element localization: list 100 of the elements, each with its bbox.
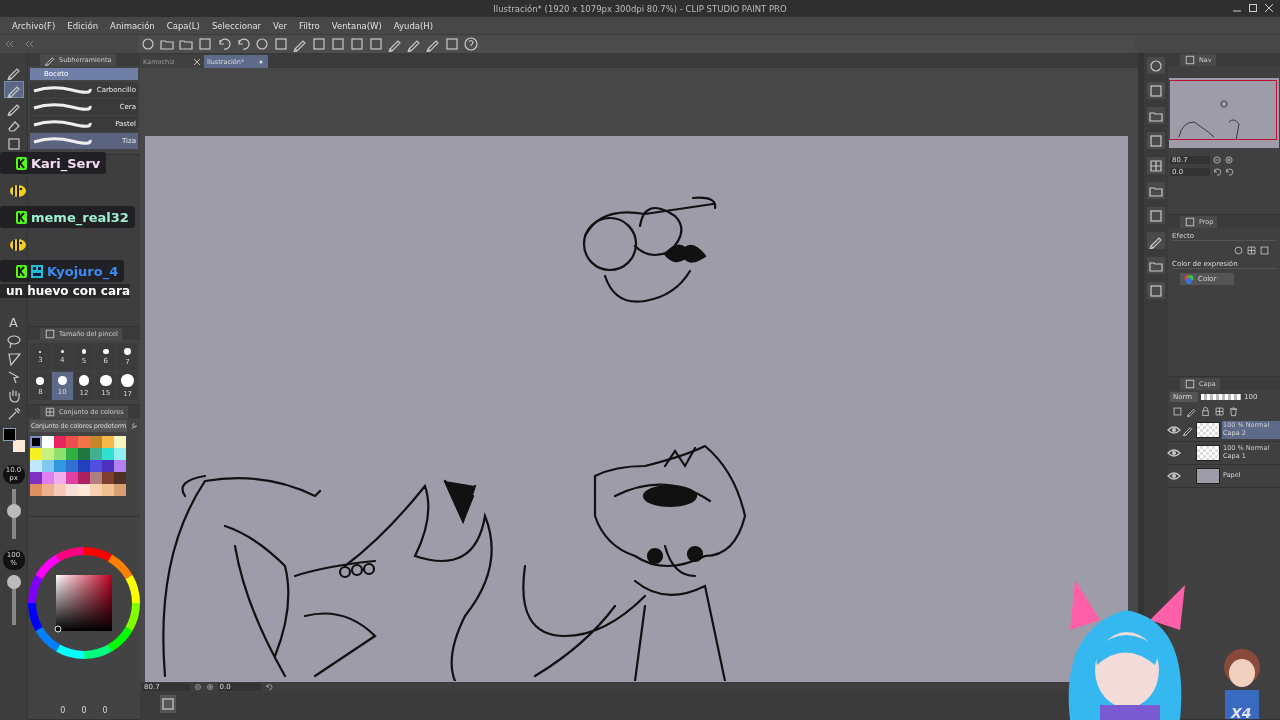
circle-icon[interactable] [254, 36, 270, 52]
lasso-icon[interactable] [5, 332, 22, 349]
color-swatch[interactable] [78, 436, 90, 448]
color-swatch[interactable] [102, 436, 114, 448]
menu-item[interactable]: Edición [61, 20, 105, 31]
color-swatch[interactable] [78, 484, 90, 496]
color-swatch[interactable] [66, 448, 78, 460]
color-swatch[interactable] [114, 460, 126, 472]
color-swatch[interactable] [54, 448, 66, 460]
triangle-icon[interactable] [5, 350, 22, 367]
foreground-color-swatch[interactable] [2, 428, 16, 441]
color-swatch[interactable] [42, 472, 54, 484]
color-swatch[interactable] [90, 484, 102, 496]
square-icon[interactable] [1148, 282, 1164, 299]
undo-icon[interactable] [1212, 167, 1222, 177]
color-swatch[interactable] [66, 460, 78, 472]
color-swatch[interactable] [90, 436, 102, 448]
color-swatch[interactable] [54, 484, 66, 496]
zoom-in-icon[interactable] [205, 683, 214, 691]
square-icon[interactable] [1259, 245, 1270, 256]
help-icon[interactable] [463, 36, 479, 52]
square-icon[interactable] [273, 36, 289, 52]
square-icon[interactable] [1172, 406, 1183, 417]
menu-item[interactable]: Ventana(W) [325, 20, 388, 31]
text-tool[interactable]: A [3, 314, 24, 331]
menu-item[interactable]: Capa(L) [160, 20, 206, 31]
color-swatch[interactable] [42, 436, 54, 448]
color-swatch[interactable] [30, 472, 42, 484]
menu-item[interactable]: Animación [104, 20, 161, 31]
grid-icon[interactable] [1214, 406, 1225, 417]
background-color-swatch[interactable] [12, 440, 25, 452]
color-swatch[interactable] [78, 460, 90, 472]
grid-icon[interactable] [1246, 245, 1257, 256]
circle-icon[interactable] [140, 36, 156, 52]
square-icon[interactable] [197, 36, 213, 52]
menu-item[interactable]: Archivo(F) [6, 20, 62, 31]
color-swatch[interactable] [42, 460, 54, 472]
color-swatch[interactable] [102, 484, 114, 496]
zoom-out-icon[interactable] [193, 683, 202, 691]
color-swatch[interactable] [90, 460, 102, 472]
color-swatch[interactable] [114, 472, 126, 484]
timeline-button[interactable] [160, 695, 176, 713]
undo-icon[interactable] [216, 36, 232, 52]
square-icon[interactable] [1148, 132, 1164, 149]
color-swatch[interactable] [78, 472, 90, 484]
undo-icon[interactable] [1224, 167, 1234, 177]
color-swatch[interactable] [30, 448, 42, 460]
square-icon[interactable] [330, 36, 346, 52]
collapse-icon[interactable] [4, 39, 14, 49]
color-swatch[interactable] [102, 460, 114, 472]
square-icon [160, 696, 176, 712]
square-icon[interactable] [311, 36, 327, 52]
menu-item[interactable]: Ayuda(H) [387, 20, 440, 31]
color-swatch[interactable] [90, 448, 102, 460]
color-swatch[interactable] [66, 484, 78, 496]
color-swatch[interactable] [42, 484, 54, 496]
wrench-icon[interactable] [129, 421, 140, 431]
grid-icon[interactable] [1148, 157, 1164, 174]
color-swatch[interactable] [102, 472, 114, 484]
zoom-out-icon[interactable] [1212, 155, 1222, 165]
color-swatch[interactable] [66, 472, 78, 484]
color-swatch[interactable] [30, 436, 42, 448]
color-swatch[interactable] [30, 460, 42, 472]
color-swatch[interactable] [66, 436, 78, 448]
collapse-icon[interactable] [24, 39, 34, 49]
square-icon[interactable] [349, 36, 365, 52]
square-icon[interactable] [5, 135, 22, 152]
color-swatch[interactable] [78, 448, 90, 460]
close-icon[interactable] [1264, 3, 1274, 13]
pen-icon[interactable] [1186, 406, 1197, 417]
trash-icon[interactable] [1228, 406, 1239, 417]
undo-icon[interactable] [264, 683, 273, 691]
circle-icon[interactable] [1233, 245, 1244, 256]
square-icon[interactable] [368, 36, 384, 52]
menu-item[interactable]: Seleccionar [205, 20, 268, 31]
close-icon[interactable] [193, 57, 201, 66]
color-swatch[interactable] [30, 484, 42, 496]
circle-icon[interactable] [1148, 57, 1164, 74]
maximize-icon[interactable] [1248, 3, 1258, 13]
color-swatch[interactable] [54, 472, 66, 484]
color-swatch[interactable] [42, 448, 54, 460]
color-swatch[interactable] [114, 484, 126, 496]
menu-item[interactable]: Filtro [293, 20, 326, 31]
color-swatch[interactable] [102, 448, 114, 460]
color-wheel[interactable] [28, 547, 140, 659]
square-icon[interactable] [444, 36, 460, 52]
brush-stroke-icon [32, 85, 92, 95]
window-title: Ilustración* (1920 x 1079px 300dpi 80.7%) - CLIP STUDIO PAINT PRO [493, 3, 787, 14]
canvas-paper[interactable] [145, 136, 1128, 682]
zoom-in-icon[interactable] [1224, 155, 1234, 165]
menu-item[interactable]: Ver [267, 20, 293, 31]
square-icon[interactable] [1148, 207, 1164, 224]
color-swatch[interactable] [114, 448, 126, 460]
color-swatch[interactable] [90, 472, 102, 484]
color-swatch[interactable] [114, 436, 126, 448]
undo-icon[interactable] [235, 36, 251, 52]
color-swatch[interactable] [54, 460, 66, 472]
lock-icon[interactable] [1200, 406, 1211, 417]
color-swatch[interactable] [54, 436, 66, 448]
square-icon[interactable] [1148, 82, 1164, 99]
